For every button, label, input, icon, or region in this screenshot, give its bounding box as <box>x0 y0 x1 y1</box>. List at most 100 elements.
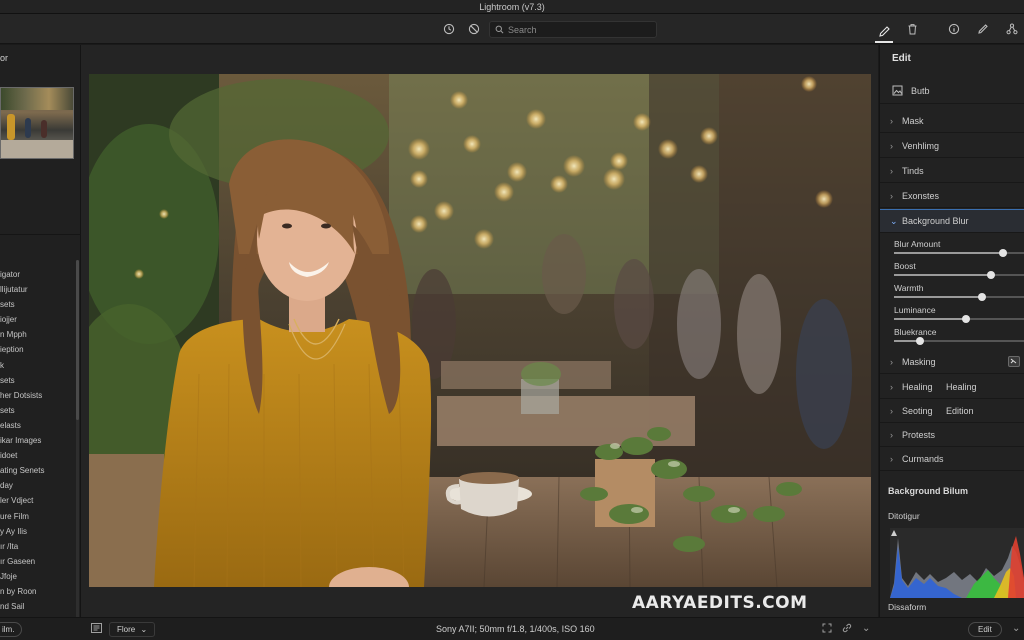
navigator-thumbnail[interactable] <box>0 87 74 159</box>
slider-luminance[interactable]: Luminance <box>894 305 1024 325</box>
preset-item[interactable]: igator <box>0 267 76 282</box>
preset-item[interactable]: ler Vdject <box>0 493 76 508</box>
auto-label: Butb <box>911 85 930 96</box>
window-title: Lightroom (v7.3) <box>0 0 1024 14</box>
grid-view-icon[interactable] <box>91 623 102 636</box>
preset-item[interactable]: sets <box>0 403 76 418</box>
link-icon[interactable] <box>842 623 852 636</box>
section-venhlimg[interactable]: › Venhlimg <box>880 134 1024 158</box>
preset-item[interactable]: k <box>0 358 76 373</box>
section-protests[interactable]: › Protests <box>880 423 1024 447</box>
slider-fill <box>894 318 966 320</box>
slider-label: Luminance <box>894 305 936 315</box>
section-background-blur[interactable]: ⌄ Background Blur <box>880 209 1024 233</box>
watermark-text: AARYAEDITS.COM <box>632 593 808 613</box>
histogram <box>890 528 1024 598</box>
more-icon[interactable]: ⌄ <box>1012 623 1020 634</box>
preset-item[interactable]: ure Film <box>0 509 76 524</box>
section-label: Venhlimg <box>902 140 940 151</box>
search-box[interactable] <box>489 21 657 38</box>
pen-icon[interactable] <box>975 21 991 37</box>
slider-knob[interactable] <box>987 271 995 279</box>
main-photo[interactable] <box>89 74 871 587</box>
section-healing[interactable]: › Healing Healing <box>880 375 1024 399</box>
top-toolbar <box>0 14 1024 44</box>
slider-knob[interactable] <box>978 293 986 301</box>
slider-label: Blur Amount <box>894 239 941 249</box>
preset-item[interactable]: sets <box>0 297 76 312</box>
filter-label: Flore <box>117 625 136 634</box>
preset-item[interactable]: ating Senets <box>0 463 76 478</box>
slider-fill <box>894 296 982 298</box>
lightroom-app: Lightroom (v7.3) or <box>0 0 1024 640</box>
slider-blur-amount[interactable]: Blur Amount <box>894 239 1024 259</box>
chevron-down-icon[interactable]: ⌄ <box>862 623 870 634</box>
section-tinds[interactable]: › Tinds <box>880 159 1024 183</box>
preset-item[interactable]: day <box>0 478 76 493</box>
photo-canvas: AARYAEDITS.COM <box>81 45 878 617</box>
section-mask[interactable]: › Mask <box>880 109 1024 133</box>
preset-item[interactable]: y Ay Ilis <box>0 524 76 539</box>
edit-button[interactable]: Edit <box>968 622 1002 637</box>
preset-item[interactable]: iojjer <box>0 312 76 327</box>
slider-label: Boost <box>894 261 916 271</box>
chevron-right-icon: › <box>890 115 893 126</box>
preset-item[interactable]: elasts <box>0 418 76 433</box>
preset-item[interactable]: n by Roon <box>0 584 76 599</box>
section-label: Healing <box>902 381 933 392</box>
preset-item[interactable]: ır /Ita <box>0 539 76 554</box>
section-seoting[interactable]: › Seoting Edition <box>880 399 1024 423</box>
section-secondary-label: Edition <box>946 405 974 416</box>
slider-warmth[interactable]: Warmth <box>894 283 1024 303</box>
preset-item[interactable]: n Mpph <box>0 327 76 342</box>
auto-button[interactable]: Butb <box>880 78 1024 104</box>
divider <box>0 234 81 235</box>
chevron-right-icon: › <box>890 190 893 201</box>
slider-fill <box>894 274 991 276</box>
masking-tool-wrapper <box>880 350 1024 374</box>
slider-bluekrance[interactable]: Bluekrance <box>894 327 1024 347</box>
fullscreen-icon[interactable] <box>822 623 832 636</box>
search-input[interactable] <box>508 24 648 35</box>
chevron-down-icon: ⌄ <box>890 215 898 226</box>
section-label: Tinds <box>902 165 924 176</box>
section-label: Curmands <box>902 453 944 464</box>
preset-item[interactable]: ır Gaseen <box>0 554 76 569</box>
slider-knob[interactable] <box>962 315 970 323</box>
filter-dropdown[interactable]: Flore ⌄ <box>109 622 156 637</box>
chevron-right-icon: › <box>890 165 893 176</box>
lower-section-title: Background Bilum <box>888 486 969 496</box>
preset-item[interactable]: idoet <box>0 448 76 463</box>
compare-icon[interactable] <box>466 21 482 37</box>
histogram-label: Ditotigur <box>888 511 920 521</box>
section-label: Exonstes <box>902 190 940 201</box>
preset-item[interactable]: llijutatur <box>0 282 76 297</box>
section-curmands[interactable]: › Curmands <box>880 447 1024 471</box>
filmstrip-pill[interactable]: ilm. <box>0 622 23 637</box>
section-label: Protests <box>902 429 936 440</box>
preset-item[interactable]: nd Sail <box>0 599 76 614</box>
preset-item[interactable]: her Dotsists <box>0 388 76 403</box>
footer-label: Dissaform <box>888 602 927 612</box>
chevron-right-icon: › <box>890 429 893 440</box>
edit-panel-title: Edit <box>892 53 911 64</box>
edit-panel: Edit Butb › Mask › Venhlimg › Tinds › Exonstes … <box>879 45 1024 617</box>
section-label: Seoting <box>902 405 933 416</box>
left-panel: or igator llijutatur sets iojjer n Mpph iepti… <box>0 45 81 640</box>
mask-tool-icon[interactable] <box>1008 356 1020 367</box>
preset-item[interactable]: Jfoje <box>0 569 76 584</box>
slider-knob[interactable] <box>999 249 1007 257</box>
bottom-bar: ilm. Flore ⌄ Sony A7II; 50mm f/1.8, 1/40… <box>0 617 1024 640</box>
share-icon[interactable] <box>1004 21 1020 37</box>
info-icon[interactable] <box>946 21 962 37</box>
preset-item[interactable]: ieption <box>0 342 76 357</box>
trash-icon[interactable] <box>904 21 920 37</box>
slider-knob[interactable] <box>916 337 924 345</box>
brush-icon[interactable] <box>875 21 893 43</box>
slider-boost[interactable]: Boost <box>894 261 1024 281</box>
preset-item[interactable]: ikar Images <box>0 433 76 448</box>
section-exonstes[interactable]: › Exonstes <box>880 184 1024 208</box>
preset-item[interactable]: sets <box>0 373 76 388</box>
presets-scrollbar[interactable] <box>76 260 79 640</box>
history-icon[interactable] <box>441 21 457 37</box>
